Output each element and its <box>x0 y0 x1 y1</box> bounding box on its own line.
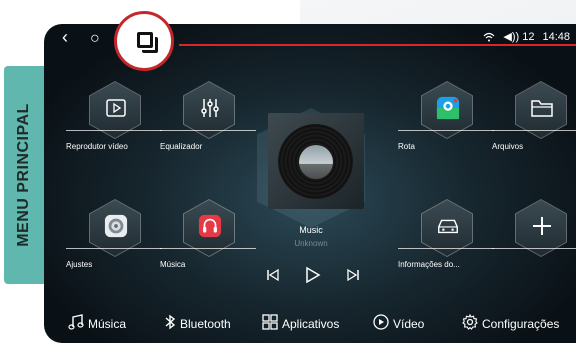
app-label: Informações do... <box>398 260 460 269</box>
side-tab-label: MENU PRINCIPAL <box>15 103 32 247</box>
app-label: Arquivos <box>492 142 524 151</box>
volume-indicator: ◀)) 12 <box>503 31 535 43</box>
bluetooth-icon <box>164 314 176 334</box>
dock-label: Configurações <box>482 317 560 331</box>
track-artist: Unknown <box>294 239 328 248</box>
dock-bluetooth[interactable]: Bluetooth <box>164 314 231 334</box>
settings-icon <box>104 214 128 238</box>
app-vehicle-info[interactable]: Informações do... <box>398 199 498 286</box>
play-circle-icon <box>373 314 389 334</box>
multitask-button-callout[interactable] <box>114 11 174 71</box>
app-label: Música <box>160 260 186 269</box>
folder-icon <box>530 96 554 120</box>
dock-video[interactable]: Vídeo <box>373 314 424 334</box>
music-note-icon <box>68 314 84 334</box>
music-app-icon <box>198 214 222 238</box>
app-equalizer[interactable]: Equalizador <box>160 81 260 168</box>
app-video-player[interactable]: Reprodutor vídeo <box>66 81 166 168</box>
maps-icon <box>436 96 460 120</box>
previous-icon[interactable] <box>266 268 280 285</box>
car-info-icon <box>436 214 460 238</box>
side-tab: MENU PRINCIPAL <box>4 66 44 284</box>
video-player-icon <box>104 96 128 120</box>
app-label: Equalizador <box>160 142 203 151</box>
add-icon <box>530 214 554 238</box>
dock-settings[interactable]: Configurações <box>462 313 560 334</box>
play-icon[interactable] <box>305 266 321 287</box>
next-icon[interactable] <box>346 268 360 285</box>
status-area: ◀)) 12 14:48 <box>483 30 570 43</box>
app-music[interactable]: Música <box>160 199 260 286</box>
bottom-dock: Música Bluetooth Aplicativos Vídeo Confi… <box>44 310 576 340</box>
app-add[interactable] <box>492 199 576 286</box>
back-button[interactable]: ‹ <box>62 27 68 48</box>
dock-label: Bluetooth <box>180 317 231 331</box>
wifi-icon <box>483 32 495 41</box>
app-settings[interactable]: Ajustes <box>66 199 166 286</box>
equalizer-icon <box>198 96 222 120</box>
dock-music[interactable]: Música <box>68 314 126 334</box>
home-button[interactable]: ○ <box>90 30 100 48</box>
vinyl-label <box>299 145 333 179</box>
track-title: Music <box>299 225 323 235</box>
gear-icon <box>462 313 478 334</box>
dock-label: Música <box>88 317 127 331</box>
app-files[interactable]: Arquivos <box>492 81 576 168</box>
highlight-line <box>179 44 576 46</box>
dock-label: Vídeo <box>393 317 425 331</box>
app-label: Reprodutor vídeo <box>66 142 128 151</box>
clock: 14:48 <box>542 30 570 43</box>
app-label: Rota <box>398 142 415 151</box>
dock-label: Aplicativos <box>282 317 340 331</box>
dock-apps[interactable]: Aplicativos <box>262 314 339 334</box>
app-route[interactable]: Rota <box>398 81 498 168</box>
grid-icon <box>262 314 278 334</box>
app-label: Ajustes <box>66 260 93 269</box>
head-unit-screen: ‹ ○ ◀)) 12 14:48 Reprodutor vídeo Equali… <box>44 24 576 343</box>
